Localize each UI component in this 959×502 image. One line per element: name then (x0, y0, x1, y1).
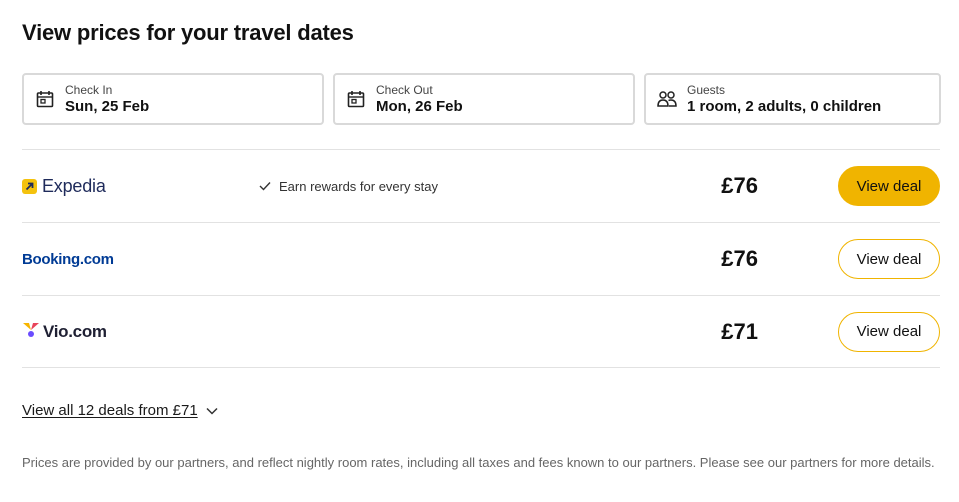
check-out-field[interactable]: Check Out Mon, 26 Feb (333, 73, 635, 125)
provider-name: Expedia (42, 175, 106, 196)
page-title: View prices for your travel dates (22, 20, 354, 45)
calendar-icon (35, 89, 55, 109)
guests-label: Guests (687, 82, 726, 97)
expedia-arrow-icon (22, 178, 37, 194)
guests-value: 1 room, 2 adults, 0 children (687, 97, 882, 115)
provider-name: Booking.com (22, 250, 114, 268)
calendar-icon (346, 89, 366, 109)
view-all-deals-link[interactable]: View all 12 deals from £71 (22, 402, 218, 419)
date-guest-fields: Check In Sun, 25 Feb Check Out Mon, 26 F… (22, 73, 941, 125)
deals-list: Expedia Earn rewards for every stay £76 … (22, 149, 940, 368)
perk-text: Earn rewards for every stay (279, 178, 438, 194)
price-disclaimer: Prices are provided by our partners, and… (22, 455, 935, 470)
check-in-value: Sun, 25 Feb (65, 97, 150, 115)
check-out-value: Mon, 26 Feb (376, 97, 463, 115)
check-in-label: Check In (65, 82, 113, 97)
check-icon (259, 181, 271, 191)
booking-logo: Booking.com (22, 251, 114, 268)
view-deal-button[interactable]: View deal (838, 311, 940, 352)
deal-price: £76 (721, 246, 758, 271)
provider-name: Vio.com (43, 321, 107, 341)
chevron-down-icon (206, 407, 218, 415)
check-in-field[interactable]: Check In Sun, 25 Feb (22, 73, 324, 125)
check-out-label: Check Out (376, 82, 433, 97)
view-deal-button[interactable]: View deal (838, 239, 940, 279)
guests-field[interactable]: Guests 1 room, 2 adults, 0 children (644, 73, 941, 125)
perk-note: Earn rewards for every stay (259, 179, 438, 194)
deal-row: Booking.com £76 View deal (22, 222, 940, 295)
people-icon (657, 89, 677, 109)
deal-price: £71 (721, 318, 758, 344)
expedia-logo: Expedia (22, 176, 106, 197)
vio-mark-icon (22, 320, 40, 343)
deal-row: Vio.com £71 View deal (22, 295, 940, 368)
view-all-text: View all 12 deals from £71 (22, 402, 198, 419)
view-deal-button[interactable]: View deal (838, 166, 940, 206)
vio-logo: Vio.com (22, 320, 107, 343)
deal-price: £76 (721, 173, 758, 198)
deal-row: Expedia Earn rewards for every stay £76 … (22, 149, 940, 222)
